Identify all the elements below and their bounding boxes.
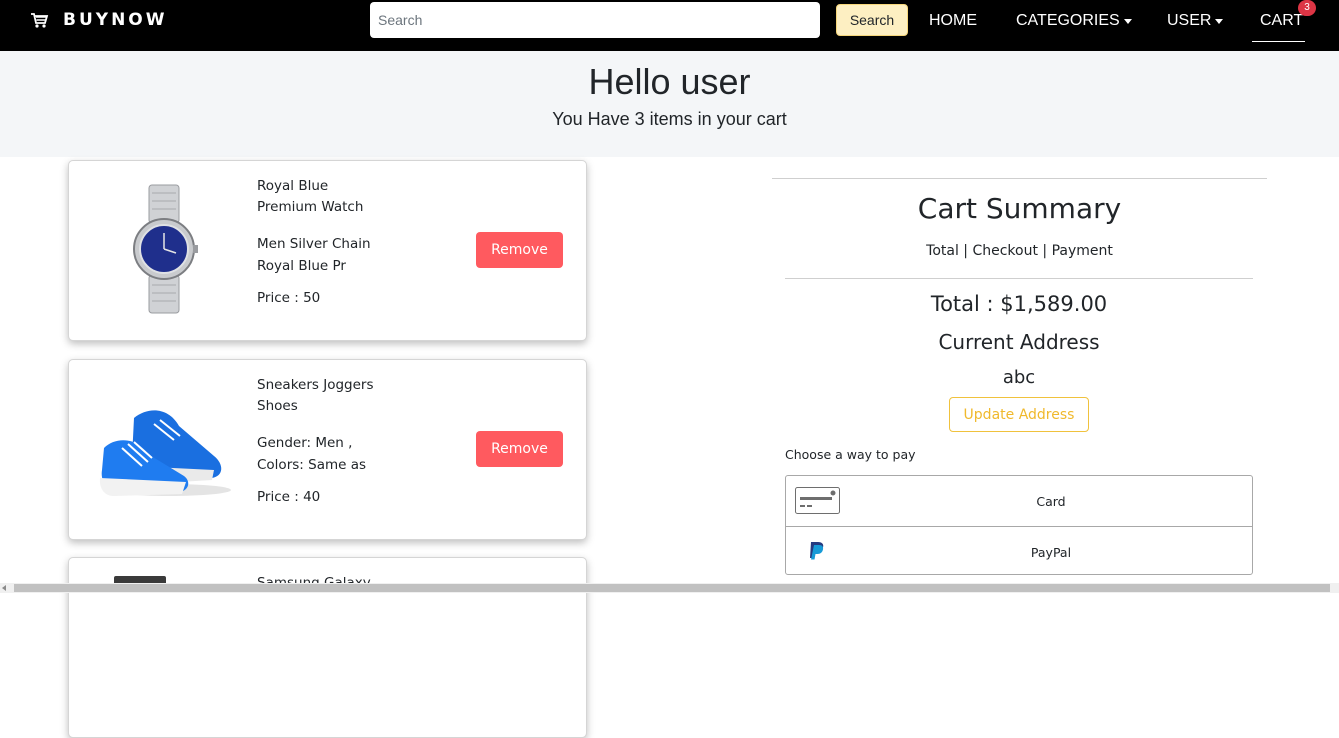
product-description-line: Men Silver Chain [257,236,371,252]
scroll-left-arrow-icon[interactable] [2,585,6,591]
scrollbar-thumb[interactable] [14,584,1330,592]
address-value: abc [1002,367,1036,388]
product-description: Gender: Men , Colors: Same as [257,432,417,476]
caret-down-icon [1123,18,1132,24]
product-description-line: Royal Blue Pr [257,258,346,274]
payment-label: Choose a way to pay [785,447,916,462]
cart-item-card: Royal Blue Premium Watch Men Silver Chai… [68,160,587,341]
product-description-line: Gender: Men , [257,435,353,451]
cart-count-badge: 3 [1298,0,1316,16]
summary-divider [785,278,1253,279]
caret-down-icon [1215,18,1224,24]
navbar: BUYNOW Search HOME CATEGORIES USER CART … [0,0,1339,51]
nav-categories-label: CATEGORIES [1016,12,1120,29]
product-name: Sneakers Joggers Shoes [257,375,417,417]
remove-button[interactable]: Remove [476,431,563,467]
address-title: Current Address [938,330,1100,354]
cart-count-text: You Have 3 items in your cart [552,109,787,129]
summary-subtitle: Total | Checkout | Payment [926,243,1113,259]
brand-name: BUYNOW [63,10,168,30]
phone-image [114,576,166,592]
nav-categories[interactable]: CATEGORIES [1016,11,1132,31]
product-description: Men Silver Chain Royal Blue Pr [257,233,417,277]
payment-options: Card PayPal [785,475,1253,575]
horizontal-scrollbar[interactable] [0,583,1339,593]
active-nav-underline [1252,41,1305,42]
payment-option-label: PayPal [1030,545,1072,560]
nav-user-label: USER [1167,12,1212,29]
cart-total: Total : $1,589.00 [930,292,1108,316]
search-button[interactable]: Search [836,4,908,36]
brand[interactable]: BUYNOW [29,10,168,30]
update-address-button[interactable]: Update Address [949,397,1089,432]
sneaker-image [99,410,231,496]
nav-home-label: HOME [929,12,977,29]
page-title: Hello user [588,61,751,102]
nav-cart[interactable]: CART [1260,11,1303,31]
product-description-line: Colors: Same as [257,457,367,473]
summary-divider [772,178,1267,179]
payment-option-paypal[interactable]: PayPal [786,526,1252,575]
product-name-line: Sneakers Joggers [257,377,374,393]
cart-header: Hello user You Have 3 items in your cart [0,51,1339,157]
remove-button[interactable]: Remove [476,232,563,268]
product-name-line: Premium Watch [257,199,364,215]
summary-title: Cart Summary [917,192,1122,225]
search-input[interactable] [370,2,820,38]
cart-logo-icon [31,13,49,28]
cart-item-card: Sneakers Joggers Shoes Gender: Men , Col… [68,359,587,540]
nav-user[interactable]: USER [1167,11,1224,31]
nav-home[interactable]: HOME [929,11,977,31]
watch-image [133,184,198,314]
payment-option-label: Card [1036,494,1066,509]
product-name-line: Royal Blue [257,178,329,194]
nav-cart-label: CART [1260,12,1304,29]
product-price: Price : 50 [257,290,321,306]
payment-option-card[interactable]: Card [786,476,1252,526]
product-price: Price : 40 [257,489,321,505]
product-name-line: Shoes [257,398,298,414]
product-name: Royal Blue Premium Watch [257,176,417,218]
